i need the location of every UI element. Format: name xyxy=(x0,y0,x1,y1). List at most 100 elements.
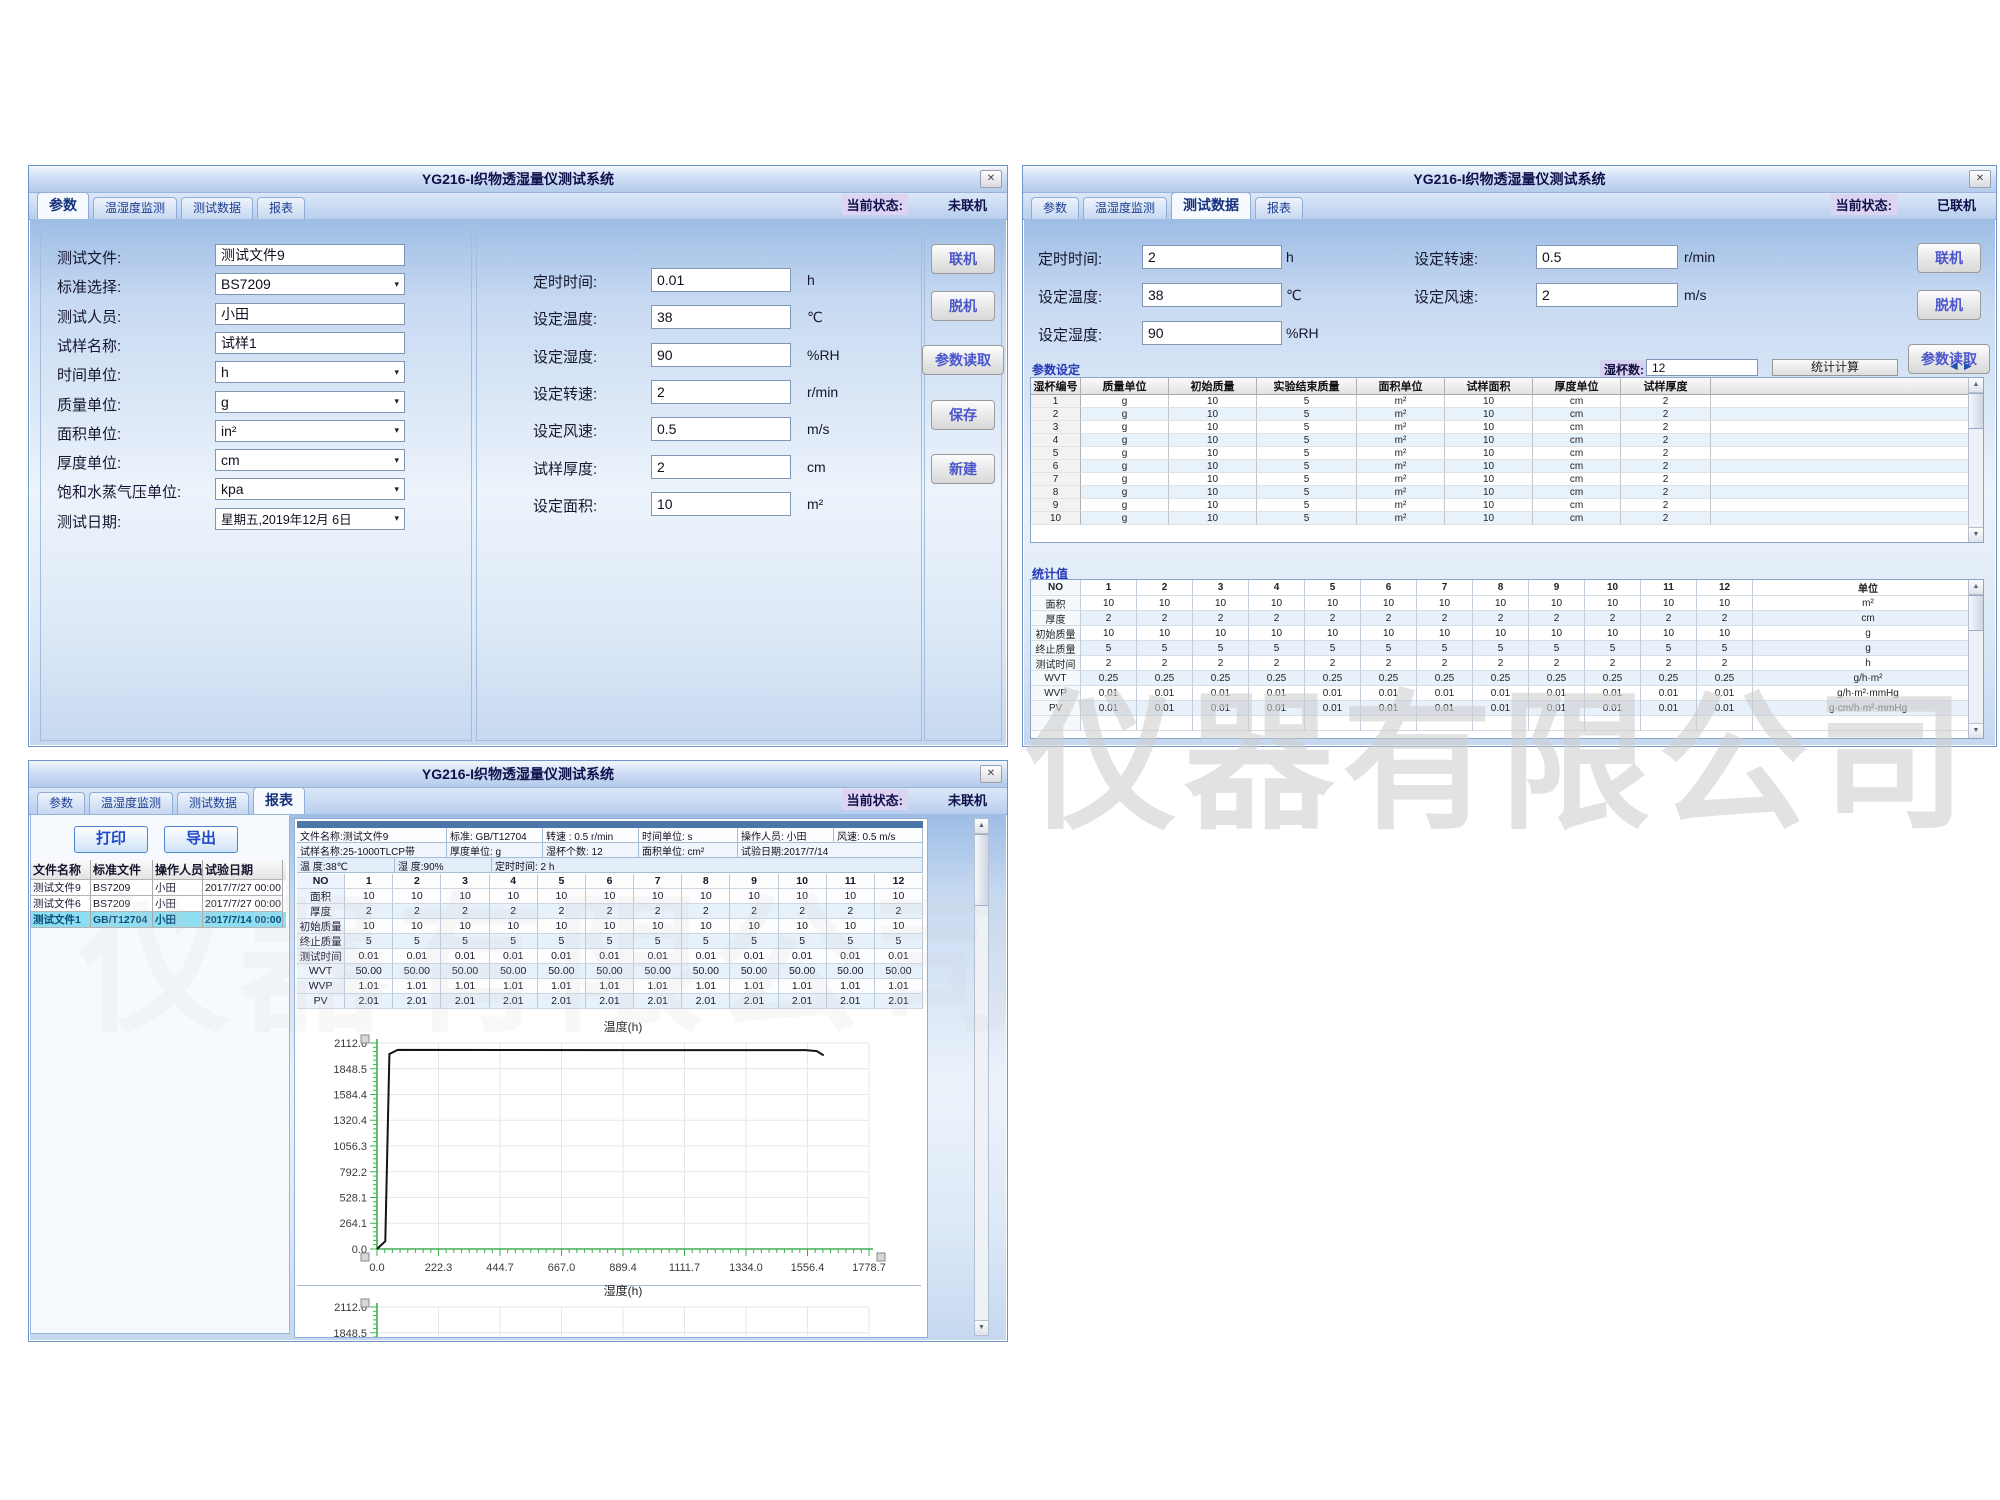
scroll-down-icon[interactable]: ▼ xyxy=(1969,527,1983,542)
select-field[interactable]: h▾ xyxy=(215,361,405,383)
联机-button[interactable]: 联机 xyxy=(931,244,995,274)
file-row[interactable]: 测试文件1GB/T12704小田2017/7/14 00:00 xyxy=(31,912,286,928)
close-icon[interactable]: ✕ xyxy=(980,170,1002,188)
file-table-header: 文件名称标准文件操作人员试验日期 xyxy=(31,860,286,880)
setting-input[interactable]: 0.5 xyxy=(1536,245,1678,269)
section-label: 参数设定 xyxy=(1032,361,1080,378)
svg-text:1334.0: 1334.0 xyxy=(729,1262,763,1274)
setting-input[interactable]: 2 xyxy=(1536,283,1678,307)
scroll-thumb[interactable] xyxy=(975,834,988,906)
window-test-data: YG216-I织物透湿量仪测试系统 ✕ 当前状态: 已联机 参数温湿度监测测试数… xyxy=(1022,165,1997,747)
select-field[interactable]: g▾ xyxy=(215,391,405,413)
field-value: 小田 xyxy=(221,304,249,324)
scroll-up-icon[interactable]: ▲ xyxy=(1969,580,1983,595)
field-label: 测试人员: xyxy=(57,306,121,327)
export-button[interactable]: 导出 xyxy=(164,826,238,853)
tab-参数[interactable]: 参数 xyxy=(37,792,85,814)
close-icon[interactable]: ✕ xyxy=(980,765,1002,783)
text-field[interactable]: 试样1 xyxy=(215,332,405,354)
scroll-thumb[interactable] xyxy=(1969,393,1983,429)
cup-count-input[interactable]: 12 xyxy=(1646,359,1758,376)
scroll-down-icon[interactable]: ▼ xyxy=(1969,723,1983,738)
setting-input[interactable]: 38 xyxy=(651,305,791,329)
stats-empty-row xyxy=(1031,716,1983,731)
nav-back-icon[interactable]: ◀ xyxy=(1950,361,1958,372)
setting-input[interactable]: 2 xyxy=(651,455,791,479)
select-field[interactable]: BS7209▾ xyxy=(215,273,405,295)
stats-scrollbar[interactable]: ▲ ▼ xyxy=(1968,580,1983,738)
scroll-down-icon[interactable]: ▼ xyxy=(975,1320,988,1335)
report-table-header: NO123456789101112 xyxy=(297,874,923,889)
field-value: g xyxy=(221,394,229,410)
tab-报表[interactable]: 报表 xyxy=(253,787,305,814)
file-row[interactable]: 测试文件9BS7209小田2017/7/27 00:00 xyxy=(31,880,286,896)
tab-测试数据[interactable]: 测试数据 xyxy=(181,197,253,219)
select-field[interactable]: 星期五,2019年12月 6日▾ xyxy=(215,508,405,530)
svg-text:264.1: 264.1 xyxy=(339,1218,367,1230)
svg-text:1848.5: 1848.5 xyxy=(333,1064,367,1076)
tab-报表[interactable]: 报表 xyxy=(257,197,305,219)
scroll-up-icon[interactable]: ▲ xyxy=(1969,378,1983,393)
脱机-button[interactable]: 脱机 xyxy=(1917,290,1981,320)
window-parameters: YG216-I织物透湿量仪测试系统 ✕ 当前状态: 未联机 参数温湿度监测测试数… xyxy=(28,165,1008,747)
stats-row: 终止质量555555555555g xyxy=(1031,641,1983,656)
grid-row: 1g105m²10cm2 xyxy=(1031,395,1983,408)
field-label: 标准选择: xyxy=(57,276,121,297)
grid-header-row: 湿杯编号质量单位初始质量实验结束质量面积单位试样面积厚度单位试样厚度 xyxy=(1031,378,1983,395)
select-field[interactable]: kpa▾ xyxy=(215,478,405,500)
text-field[interactable]: 测试文件9 xyxy=(215,244,405,266)
stats-row: PV0.010.010.010.010.010.010.010.010.010.… xyxy=(1031,701,1983,716)
stats-row: WVT0.250.250.250.250.250.250.250.250.250… xyxy=(1031,671,1983,686)
保存-button[interactable]: 保存 xyxy=(931,400,995,430)
tab-温湿度监测[interactable]: 温湿度监测 xyxy=(1083,197,1167,219)
print-button[interactable]: 打印 xyxy=(74,826,148,853)
scroll-up-icon[interactable]: ▲ xyxy=(975,819,988,834)
select-field[interactable]: cm▾ xyxy=(215,449,405,471)
setting-input[interactable]: 2 xyxy=(651,380,791,404)
setting-label: 定时时间: xyxy=(533,271,597,292)
tab-测试数据[interactable]: 测试数据 xyxy=(177,792,249,814)
select-field[interactable]: in²▾ xyxy=(215,420,405,442)
unit-label: ℃ xyxy=(807,309,823,326)
联机-button[interactable]: 联机 xyxy=(1917,243,1981,273)
tab-参数[interactable]: 参数 xyxy=(37,192,89,219)
scroll-thumb[interactable] xyxy=(1969,595,1983,631)
新建-button[interactable]: 新建 xyxy=(931,454,995,484)
tab-报表[interactable]: 报表 xyxy=(1255,197,1303,219)
stats-calc-button[interactable]: 统计计算 xyxy=(1772,359,1898,376)
report-info-row: 试样名称:25-1000TLCP带厚度单位: g湿杯个数: 12面积单位: cm… xyxy=(297,843,923,858)
window-body: 打印 导出 文件名称标准文件操作人员试验日期测试文件9BS7209小田2017/… xyxy=(30,814,1006,1340)
grid-scrollbar[interactable]: ▲ ▼ xyxy=(1968,378,1983,542)
status-badge: 当前状态: 未联机 xyxy=(842,194,999,215)
titlebar[interactable]: YG216-I织物透湿量仪测试系统 ✕ xyxy=(29,166,1007,193)
titlebar[interactable]: YG216-I织物透湿量仪测试系统 ✕ xyxy=(1023,166,1996,193)
tab-温湿度监测[interactable]: 温湿度监测 xyxy=(93,197,177,219)
参数读取-button[interactable]: 参数读取 xyxy=(922,345,1004,375)
tab-测试数据[interactable]: 测试数据 xyxy=(1171,192,1251,219)
setting-value: 38 xyxy=(657,309,673,325)
unit-label: %RH xyxy=(807,347,840,363)
titlebar[interactable]: YG216-I织物透湿量仪测试系统 ✕ xyxy=(29,761,1007,788)
report-info-row: 文件名称:测试文件9标准: GB/T12704转速 : 0.5 r/min时间单… xyxy=(297,828,923,843)
close-icon[interactable]: ✕ xyxy=(1969,170,1991,188)
脱机-button[interactable]: 脱机 xyxy=(931,291,995,321)
window-report: YG216-I织物透湿量仪测试系统 ✕ 当前状态: 未联机 参数温湿度监测测试数… xyxy=(28,760,1008,1342)
setting-label: 设定湿度: xyxy=(533,346,597,367)
file-row[interactable]: 测试文件6BS7209小田2017/7/27 00:00 xyxy=(31,896,286,912)
setting-label: 设定风速: xyxy=(533,420,597,441)
setting-label: 设定温度: xyxy=(533,308,597,329)
nav-forward-icon[interactable]: ▶ xyxy=(1964,361,1972,372)
setting-input[interactable]: 0.5 xyxy=(651,417,791,441)
status-value: 已联机 xyxy=(1925,194,1988,215)
setting-input[interactable]: 0.01 xyxy=(651,268,791,292)
field-value: in² xyxy=(221,423,237,439)
tab-参数[interactable]: 参数 xyxy=(1031,197,1079,219)
setting-input[interactable]: 90 xyxy=(651,343,791,367)
report-scrollbar[interactable]: ▲ ▼ xyxy=(974,818,989,1336)
tab-温湿度监测[interactable]: 温湿度监测 xyxy=(89,792,173,814)
svg-text:温度(h): 温度(h) xyxy=(604,1019,643,1034)
text-field[interactable]: 小田 xyxy=(215,303,405,325)
setting-input[interactable]: 10 xyxy=(651,492,791,516)
field-label: 测试日期: xyxy=(57,511,121,532)
field-value: cm xyxy=(221,452,240,468)
